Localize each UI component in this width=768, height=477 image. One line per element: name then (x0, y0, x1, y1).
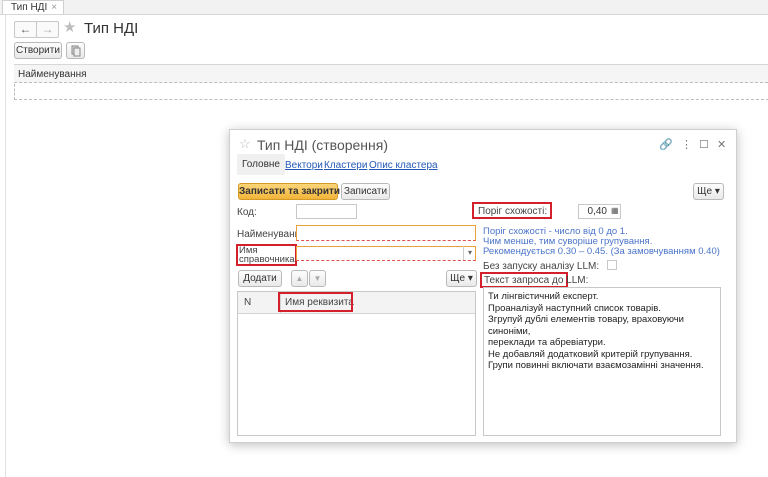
threshold-label: Поріг схожості: (478, 206, 548, 217)
no-llm-checkbox[interactable] (607, 260, 617, 270)
close-icon[interactable]: × (51, 2, 57, 13)
dropdown-icon[interactable]: ▾ (463, 246, 476, 260)
dialog-title: Тип НДІ (створення) (257, 137, 389, 153)
calendar-icon[interactable]: ▦ (611, 206, 619, 215)
ref-label: Имя справочника: (239, 246, 298, 265)
move-down-button[interactable]: ▼ (309, 270, 326, 287)
close-icon[interactable]: ✕ (717, 138, 726, 151)
attributes-table[interactable]: N Имя реквизита (237, 291, 476, 436)
table-header (238, 292, 475, 314)
list-header-name[interactable]: Найменування (14, 64, 768, 83)
prompt-line: Згрупуй дублі елементів товару, враховую… (488, 314, 684, 337)
prompt-line: Групи повинні включати взаємозамінні зна… (488, 360, 704, 371)
copy-icon (71, 45, 81, 57)
ref-name-field[interactable] (296, 246, 476, 261)
tab-tip-ndi[interactable]: Тип НДІ × (2, 0, 65, 14)
prompt-line: Проаналізуй наступний список товарів. (488, 302, 661, 314)
prompt-label: Текст запроса до LLM: (484, 275, 589, 286)
left-panel-divider (5, 14, 6, 477)
list-empty-row[interactable] (14, 84, 768, 100)
tab-clusters[interactable]: Кластери (324, 160, 367, 171)
page-title: Тип НДІ (84, 20, 139, 37)
prompt-line: переклади та абревіатури. (488, 337, 606, 348)
prompt-line: Ти лінгвістичний експерт. (488, 291, 599, 302)
tab-bar (0, 0, 768, 15)
star-icon[interactable]: ☆ (239, 136, 251, 152)
tab-label: Тип НДІ (11, 2, 48, 13)
add-button[interactable]: Додати (238, 270, 282, 287)
code-field[interactable] (296, 204, 357, 219)
create-dialog: ☆ Тип НДІ (створення) 🔗 ⋮ ☐ ✕ Головне Ве… (229, 129, 737, 443)
forward-button[interactable]: → (36, 21, 59, 38)
more-icon[interactable]: ⋮ (681, 138, 692, 151)
back-button[interactable]: ← (14, 21, 37, 38)
copy-button[interactable] (66, 42, 85, 59)
prompt-textarea[interactable]: Ти лінгвістичний експерт. Проаналізуй на… (483, 287, 721, 436)
link-icon[interactable]: 🔗 (659, 138, 673, 151)
no-llm-label: Без запуску аналізу LLM: (483, 261, 600, 272)
tab-cluster-description[interactable]: Опис кластера (369, 160, 438, 171)
maximize-icon[interactable]: ☐ (699, 138, 709, 151)
threshold-hint-3: Рекомендується 0.30 – 0.45. (За замовчув… (483, 246, 720, 257)
more-button[interactable]: Ще ▾ (693, 183, 724, 200)
save-button[interactable]: Записати (341, 183, 390, 200)
create-button[interactable]: Створити (14, 42, 62, 59)
prompt-line: Не добавляй додатковий критерій групуван… (488, 348, 693, 360)
ref-label-line2: справочника: (239, 254, 298, 265)
table-more-button[interactable]: Ще ▾ (446, 270, 477, 287)
highlight-attribute-column (278, 292, 353, 312)
star-icon[interactable]: ★ (63, 18, 76, 36)
save-and-close-button[interactable]: Записати та закрити (238, 183, 340, 200)
tab-main[interactable]: Головне (237, 154, 285, 175)
move-up-button[interactable]: ▲ (291, 270, 308, 287)
code-label: Код: (237, 207, 257, 218)
column-n[interactable]: N (244, 297, 251, 308)
name-field[interactable] (296, 225, 476, 241)
tab-vectors[interactable]: Вектори (285, 160, 323, 171)
